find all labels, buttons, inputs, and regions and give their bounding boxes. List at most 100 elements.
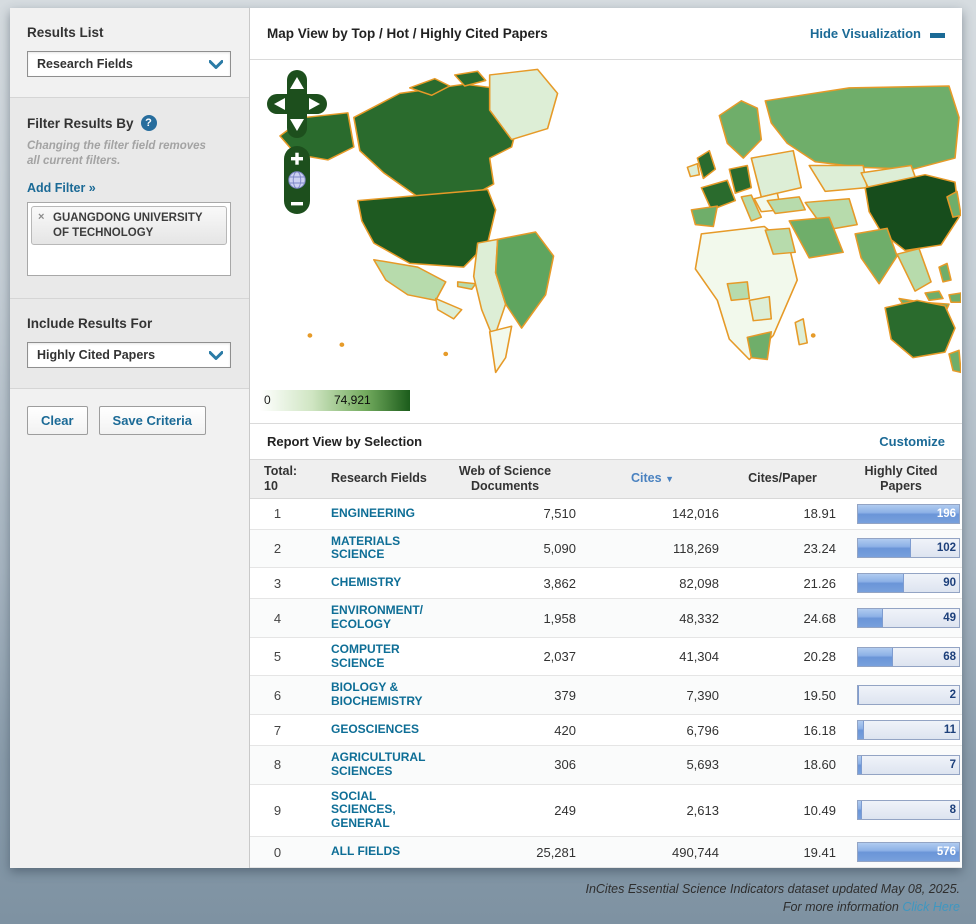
highly-cited-bar-cell: 68: [840, 647, 962, 667]
bar-fill: [858, 539, 911, 557]
cites-cell: 6,796: [580, 723, 725, 738]
wos-documents-cell: 306: [430, 757, 580, 772]
results-list-section: Results List Research Fields: [10, 8, 249, 97]
wos-documents-cell: 1,958: [430, 611, 580, 626]
footer: InCites Essential Science Indicators dat…: [585, 880, 960, 916]
research-field-link[interactable]: MATERIALS SCIENCE: [305, 535, 430, 563]
customize-link[interactable]: Customize: [879, 434, 945, 449]
research-field-link[interactable]: ALL FIELDS: [305, 845, 430, 859]
map-visualization: 0 74,921: [250, 60, 962, 422]
highly-cited-bar: 2: [857, 685, 960, 705]
clear-button[interactable]: Clear: [27, 406, 88, 435]
include-results-value: Highly Cited Papers: [37, 348, 155, 362]
filter-list: × GUANGDONG UNIVERSITY OF TECHNOLOGY: [27, 202, 231, 276]
highly-cited-bar: 90: [857, 573, 960, 593]
highly-cited-bar-cell: 8: [840, 800, 962, 820]
pan-control[interactable]: [267, 70, 327, 138]
highly-cited-bar: 196: [857, 504, 960, 524]
zoom-control[interactable]: [284, 146, 310, 214]
cites-cell: 41,304: [580, 649, 725, 664]
research-field-link[interactable]: ENVIRONMENT/ECOLOGY: [305, 604, 430, 632]
research-field-link[interactable]: COMPUTER SCIENCE: [305, 643, 430, 671]
highly-cited-bar: 102: [857, 538, 960, 558]
column-header-research-fields[interactable]: Research Fields: [305, 471, 430, 486]
column-header-cites-per-paper[interactable]: Cites/Paper: [725, 471, 840, 486]
filter-section: Filter Results By ? Changing the filter …: [10, 97, 249, 298]
bar-value: 49: [943, 612, 956, 624]
column-header-highly-cited[interactable]: Highly Cited Papers: [840, 464, 962, 494]
app-window: Results List Research Fields Filter Resu…: [10, 8, 962, 868]
cites-per-paper-cell: 21.26: [725, 576, 840, 591]
table-row: 4 ENVIRONMENT/ECOLOGY 1,958 48,332 24.68…: [250, 599, 962, 638]
include-results-dropdown[interactable]: Highly Cited Papers: [27, 342, 231, 368]
rank-cell: 3: [250, 576, 305, 591]
cites-per-paper-cell: 18.60: [725, 757, 840, 772]
bar-value: 11: [944, 724, 956, 736]
wos-documents-cell: 7,510: [430, 506, 580, 521]
highly-cited-bar-cell: 102: [840, 538, 962, 558]
wos-documents-cell: 379: [430, 688, 580, 703]
research-field-link[interactable]: AGRICULTURAL SCIENCES: [305, 751, 430, 779]
table-row: 1 ENGINEERING 7,510 142,016 18.91 196: [250, 499, 962, 530]
rank-cell: 5: [250, 649, 305, 664]
actions-section: Clear Save Criteria: [10, 388, 249, 451]
wos-documents-cell: 420: [430, 723, 580, 738]
research-field-link[interactable]: CHEMISTRY: [305, 576, 430, 590]
highly-cited-bar: 7: [857, 755, 960, 775]
research-field-link[interactable]: ENGINEERING: [305, 507, 430, 521]
cites-cell: 7,390: [580, 688, 725, 703]
cites-cell: 82,098: [580, 576, 725, 591]
highly-cited-bar-cell: 2: [840, 685, 962, 705]
results-list-heading: Results List: [27, 25, 239, 40]
bar-fill: [858, 686, 859, 704]
collapse-icon: [930, 33, 945, 38]
research-field-link[interactable]: SOCIAL SCIENCES, GENERAL: [305, 790, 430, 831]
bar-value: 102: [937, 542, 956, 554]
rank-cell: 6: [250, 688, 305, 703]
click-here-link[interactable]: Click Here: [902, 900, 960, 914]
report-table-body: 1 ENGINEERING 7,510 142,016 18.91 196 2 …: [250, 499, 962, 868]
highly-cited-bar: 68: [857, 647, 960, 667]
filter-chip-label: GUANGDONG UNIVERSITY OF TECHNOLOGY: [53, 212, 202, 238]
hide-visualization-link[interactable]: Hide Visualization: [810, 26, 945, 41]
table-row: 3 CHEMISTRY 3,862 82,098 21.26 90: [250, 568, 962, 599]
cites-cell: 490,744: [580, 845, 725, 860]
world-map: [250, 62, 961, 402]
map-view-header: Map View by Top / Hot / Highly Cited Pap…: [250, 8, 962, 60]
cites-per-paper-cell: 23.24: [725, 541, 840, 556]
chevron-down-icon: [209, 351, 223, 360]
highly-cited-bar: 576: [857, 842, 960, 862]
help-icon[interactable]: ?: [141, 115, 157, 131]
bar-fill: [858, 756, 862, 774]
add-filter-link[interactable]: Add Filter »: [27, 181, 96, 195]
zoom-out-icon: [291, 202, 303, 205]
cites-per-paper-cell: 10.49: [725, 803, 840, 818]
remove-filter-icon[interactable]: ×: [38, 211, 44, 225]
research-field-link[interactable]: GEOSCIENCES: [305, 723, 430, 737]
column-header-cites[interactable]: Cites ▼: [580, 471, 725, 486]
results-list-dropdown[interactable]: Research Fields: [27, 51, 231, 77]
rank-cell: 1: [250, 506, 305, 521]
save-criteria-button[interactable]: Save Criteria: [99, 406, 207, 435]
highly-cited-bar: 49: [857, 608, 960, 628]
highly-cited-bar-cell: 49: [840, 608, 962, 628]
bar-value: 2: [950, 689, 956, 701]
column-header-wos-documents[interactable]: Web of Science Documents: [430, 464, 580, 494]
highly-cited-bar: 8: [857, 800, 960, 820]
table-row: 2 MATERIALS SCIENCE 5,090 118,269 23.24 …: [250, 530, 962, 569]
cites-cell: 48,332: [580, 611, 725, 626]
cites-cell: 2,613: [580, 803, 725, 818]
hide-visualization-label: Hide Visualization: [810, 26, 921, 41]
filter-chip[interactable]: × GUANGDONG UNIVERSITY OF TECHNOLOGY: [31, 206, 227, 245]
research-field-link[interactable]: BIOLOGY & BIOCHEMISTRY: [305, 681, 430, 709]
cites-cell: 142,016: [580, 506, 725, 521]
rank-cell: 8: [250, 757, 305, 772]
rank-cell: 2: [250, 541, 305, 556]
table-row: 6 BIOLOGY & BIOCHEMISTRY 379 7,390 19.50…: [250, 676, 962, 715]
rank-cell: 7: [250, 723, 305, 738]
bar-value: 90: [943, 577, 956, 589]
highly-cited-bar-cell: 11: [840, 720, 962, 740]
bar-fill: [858, 801, 862, 819]
cites-per-paper-cell: 19.41: [725, 845, 840, 860]
cites-per-paper-cell: 20.28: [725, 649, 840, 664]
